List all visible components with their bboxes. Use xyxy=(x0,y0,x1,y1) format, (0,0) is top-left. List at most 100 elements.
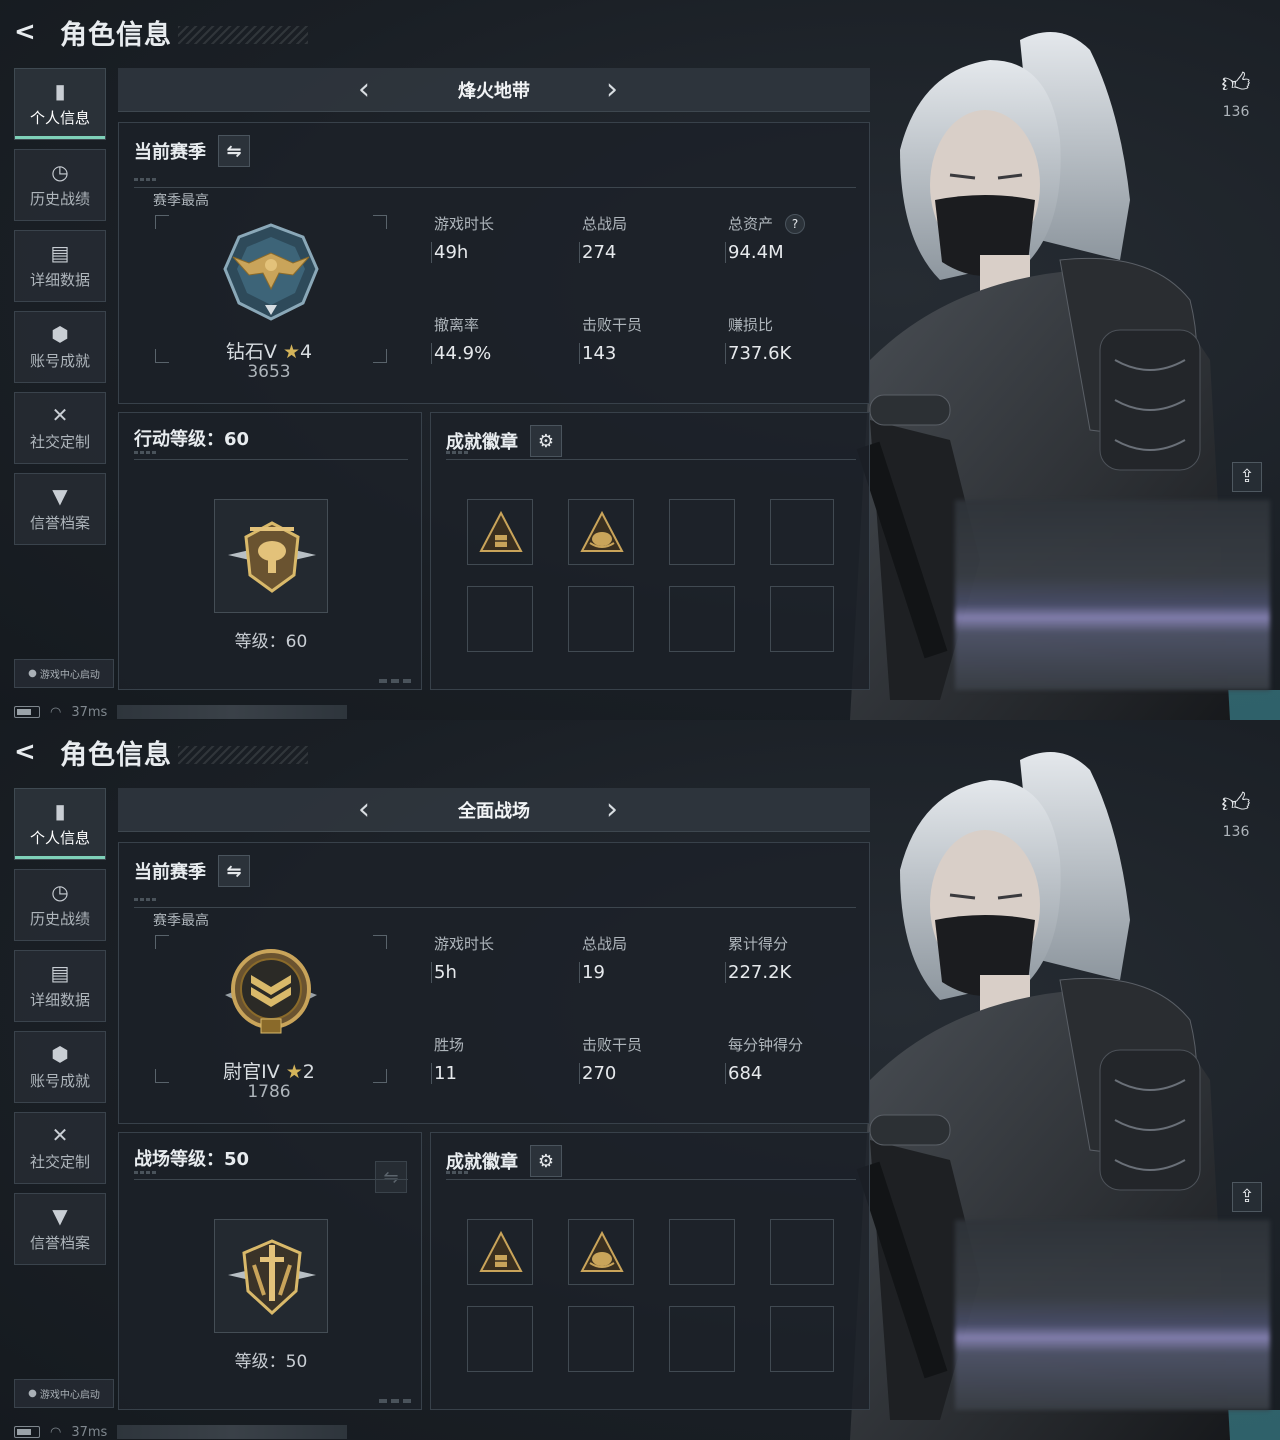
level-title: 战场等级：50 xyxy=(134,1149,250,1170)
blurred-region xyxy=(955,500,1270,690)
star-icon: ★ xyxy=(285,1061,303,1083)
nav-hexagon-badge[interactable]: ⬢ 账号成就 xyxy=(14,1031,106,1103)
prev-mode-chevron-icon[interactable]: ‹ xyxy=(358,792,370,828)
achievement-slot[interactable] xyxy=(669,499,735,565)
next-mode-chevron-icon[interactable]: › xyxy=(606,72,618,108)
stat-label: 游戏时长 xyxy=(434,935,495,953)
hexagon-badge-icon: ⬢ xyxy=(51,321,69,346)
divider xyxy=(134,187,856,188)
stat-block: 游戏时长 5h xyxy=(431,933,574,983)
achievement-slot[interactable] xyxy=(770,499,834,565)
nav-folder[interactable]: ▤ 详细数据 xyxy=(14,950,106,1022)
achievement-slot[interactable] xyxy=(467,586,533,652)
nav-label: 账号成就 xyxy=(29,351,90,370)
season-title: 当前赛季 xyxy=(134,142,206,163)
stat-value: 227.2K xyxy=(725,962,868,983)
stat-block: 总战局 19 xyxy=(579,933,722,983)
bar-chart-icon: ▮ xyxy=(54,78,66,103)
achievement-slot[interactable] xyxy=(770,586,834,652)
stat-block: 总资产? 94.4M xyxy=(725,213,868,263)
triangle-helmet-badge-icon xyxy=(580,510,624,552)
nav-shield[interactable]: ▼ 信誉档案 xyxy=(14,1193,106,1265)
achievement-slot[interactable] xyxy=(770,1306,834,1372)
officer-rank-chevron-icon xyxy=(225,949,317,1034)
achievement-slot[interactable] xyxy=(568,586,634,652)
nav-clock[interactable]: ◷ 历史战绩 xyxy=(14,869,106,941)
mode-selector: ‹ 全面战场 › xyxy=(118,788,870,832)
stat-block: 总战局 274 xyxy=(579,213,722,263)
achievement-slot[interactable] xyxy=(568,499,634,565)
share-icon[interactable]: ⇪ xyxy=(1232,1182,1262,1212)
nav-label: 详细数据 xyxy=(29,990,90,1009)
achievement-slot[interactable] xyxy=(467,1219,533,1285)
gear-icon[interactable]: ⚙ xyxy=(530,425,562,457)
nav-bar-chart[interactable]: ▮ 个人信息 xyxy=(14,68,106,140)
blurred-bar xyxy=(117,705,348,719)
achievement-slot[interactable] xyxy=(669,1219,735,1285)
swap-icon[interactable]: ⇋ xyxy=(375,1161,407,1193)
sword-shield-level-badge-icon xyxy=(228,1239,316,1316)
stat-value: 737.6K xyxy=(725,343,868,364)
sidebar-nav: ▮ 个人信息 ◷ 历史战绩 ▤ 详细数据 ⬢ 账号成就 ✕ 社交定制 ▼ 信誉档… xyxy=(14,68,106,554)
wifi-icon: ◠ xyxy=(50,704,62,720)
achievement-slot[interactable] xyxy=(669,586,735,652)
rank-stars: 2 xyxy=(302,1061,315,1083)
level-title: 行动等级：60 xyxy=(134,429,250,450)
nav-tools[interactable]: ✕ 社交定制 xyxy=(14,1112,106,1184)
gear-icon[interactable]: ⚙ xyxy=(530,1145,562,1177)
nav-bar-chart[interactable]: ▮ 个人信息 xyxy=(14,788,106,860)
stat-value: 5h xyxy=(431,962,574,983)
game-center-launch-button[interactable]: ● 游戏中心启动 xyxy=(14,1379,114,1408)
header: < 角色信息 xyxy=(14,12,308,52)
nav-clock[interactable]: ◷ 历史战绩 xyxy=(14,149,106,221)
achievement-slot[interactable] xyxy=(770,1219,834,1285)
nav-label: 历史战绩 xyxy=(29,909,90,928)
back-arrow-icon[interactable]: < xyxy=(14,17,44,47)
next-mode-chevron-icon[interactable]: › xyxy=(606,792,618,828)
stat-label: 总战局 xyxy=(582,215,628,233)
back-arrow-icon[interactable]: < xyxy=(14,737,44,767)
swap-icon[interactable]: ⇋ xyxy=(218,855,250,887)
stat-value: 270 xyxy=(579,1063,722,1084)
status-bar: ◠ 37ms xyxy=(14,704,348,720)
swap-icon[interactable]: ⇋ xyxy=(218,135,250,167)
battery-icon xyxy=(14,1426,40,1438)
stat-label: 总资产 xyxy=(728,215,774,233)
stat-value: 19 xyxy=(579,962,722,983)
game-center-label: 游戏中心启动 xyxy=(39,670,100,681)
like-button[interactable]: 👍︎ 136 xyxy=(1216,66,1256,120)
share-icon[interactable]: ⇪ xyxy=(1232,462,1262,492)
prev-mode-chevron-icon[interactable]: ‹ xyxy=(358,72,370,108)
nav-folder[interactable]: ▤ 详细数据 xyxy=(14,230,106,302)
like-count: 136 xyxy=(1222,824,1250,840)
nav-shield[interactable]: ▼ 信誉档案 xyxy=(14,473,106,545)
stat-block: 赚损比 737.6K xyxy=(725,314,868,364)
rank-name: 尉官IV ★2 xyxy=(223,1061,315,1083)
divider xyxy=(446,1179,856,1180)
tools-icon: ✕ xyxy=(51,1122,69,1147)
like-button[interactable]: 👍︎ 136 xyxy=(1216,786,1256,840)
stat-label: 胜场 xyxy=(434,1036,465,1054)
bar-chart-icon: ▮ xyxy=(54,798,66,823)
dash-decoration xyxy=(446,1171,470,1174)
divider xyxy=(134,1179,408,1180)
help-icon[interactable]: ? xyxy=(785,213,806,234)
title-decoration xyxy=(178,26,308,44)
achievement-slot[interactable] xyxy=(669,1306,735,1372)
game-center-launch-button[interactable]: ● 游戏中心启动 xyxy=(14,659,114,688)
level-text: 等级：60 xyxy=(234,632,308,652)
nav-tools[interactable]: ✕ 社交定制 xyxy=(14,392,106,464)
achievement-slot[interactable] xyxy=(467,1306,533,1372)
achievement-slot[interactable] xyxy=(568,1219,634,1285)
corner-decoration xyxy=(379,1399,415,1403)
achievement-slot[interactable] xyxy=(568,1306,634,1372)
stat-block: 撤离率 44.9% xyxy=(431,314,574,364)
achievement-slot[interactable] xyxy=(467,499,533,565)
rank-points: 3653 xyxy=(247,362,291,382)
dash-decoration xyxy=(134,178,158,181)
stat-label: 赚损比 xyxy=(728,316,774,334)
achievement-panel: 成就徽章 ⚙ xyxy=(430,1132,870,1410)
season-best-label: 赛季最高 xyxy=(153,913,209,929)
level-badge xyxy=(214,499,328,613)
nav-hexagon-badge[interactable]: ⬢ 账号成就 xyxy=(14,311,106,383)
